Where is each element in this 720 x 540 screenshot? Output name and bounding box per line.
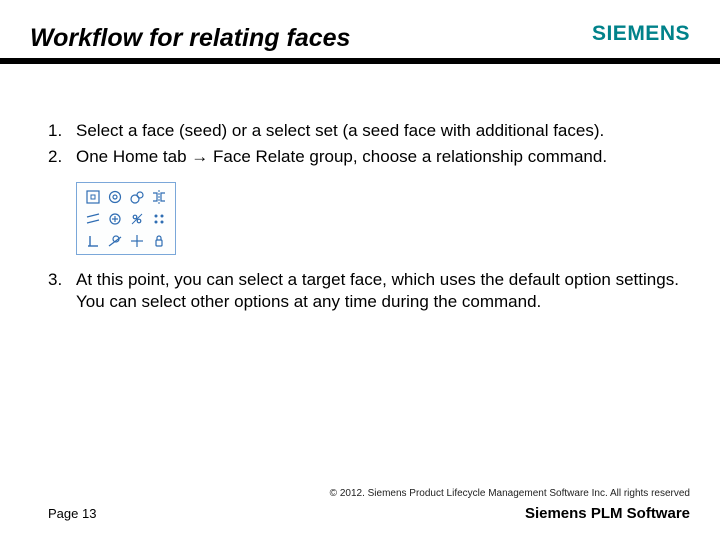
ground-icon[interactable] [126,230,148,252]
siemens-logo: SIEMENS [592,22,690,46]
step-text: One Home tab → Face Relate group, choose… [76,146,680,168]
offset-icon[interactable] [126,208,148,230]
face-relate-ribbon-group [76,182,680,255]
icon-row [82,230,170,252]
step-number: 2. [48,146,76,168]
header: Workflow for relating faces SIEMENS [0,0,720,66]
step-number: 3. [48,269,76,313]
slide: Workflow for relating faces SIEMENS 1. S… [0,0,720,540]
icon-row [82,186,170,208]
step-text: At this point, you can select a target f… [76,269,680,313]
footer: © 2012. Siemens Product Lifecycle Manage… [0,488,720,522]
concentric-icon[interactable] [104,186,126,208]
brand-text: Siemens PLM Software [525,505,690,522]
step-2: 2. One Home tab → Face Relate group, cho… [48,146,680,168]
parallel-icon[interactable] [82,208,104,230]
step-3: 3. At this point, you can select a targe… [48,269,680,313]
coplanar-icon[interactable] [82,186,104,208]
slide-title: Workflow for relating faces [30,24,350,53]
copyright-text: © 2012. Siemens Product Lifecycle Manage… [0,488,720,499]
tangent-touching-icon[interactable] [104,230,126,252]
symmetric-icon[interactable] [148,186,170,208]
footer-row: Page 13 Siemens PLM Software [0,505,720,522]
horizontal-vertical-icon[interactable] [148,208,170,230]
steps-list: 1. Select a face (seed) or a select set … [48,120,680,168]
step-1: 1. Select a face (seed) or a select set … [48,120,680,142]
tangent-icon[interactable] [126,186,148,208]
icon-row [82,208,170,230]
title-underline [0,58,720,64]
perpendicular-icon[interactable] [82,230,104,252]
step-number: 1. [48,120,76,142]
body-content: 1. Select a face (seed) or a select set … [48,120,680,317]
rigid-icon[interactable] [148,230,170,252]
steps-list-continued: 3. At this point, you can select a targe… [48,269,680,313]
icon-grid [76,182,176,255]
page-number: Page 13 [48,506,96,521]
equal-radius-icon[interactable] [104,208,126,230]
step-text: Select a face (seed) or a select set (a … [76,120,680,142]
